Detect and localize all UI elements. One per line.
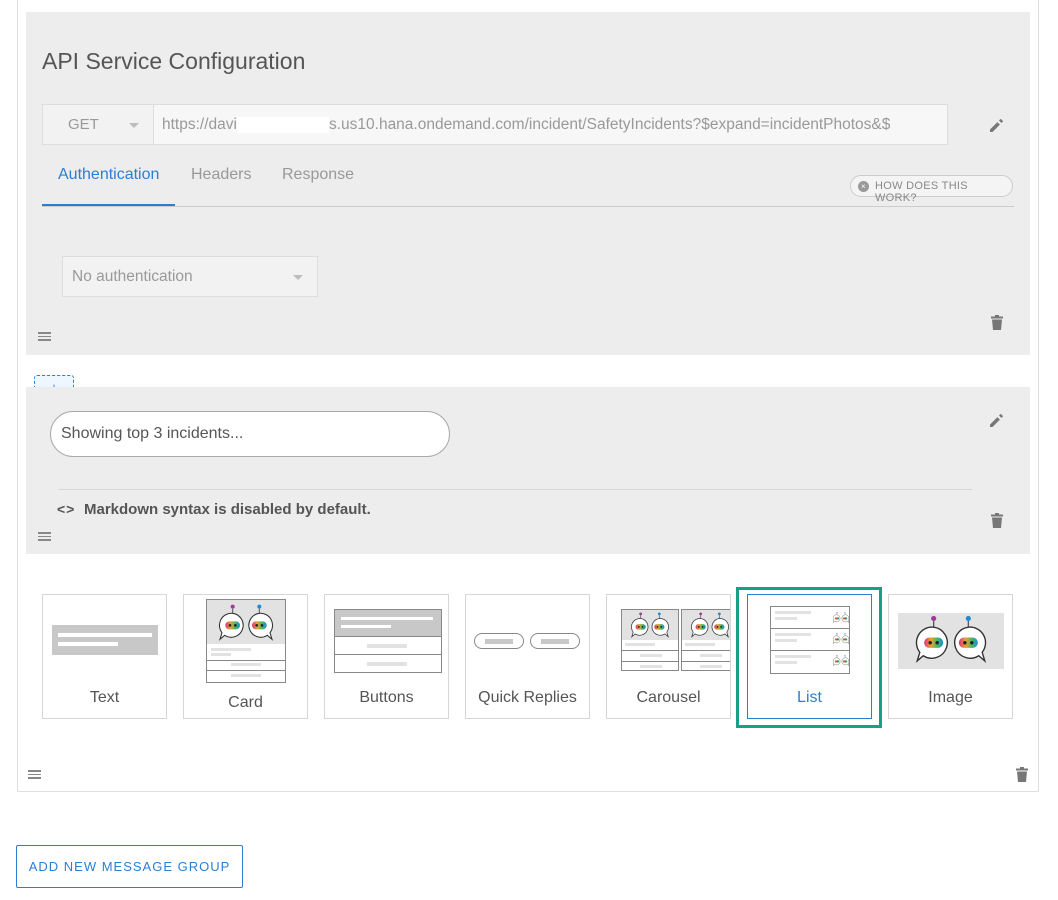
drag-handle-icon[interactable]: [38, 332, 51, 341]
url-suffix: s.us10.hana.ondemand.com/incident/Safety…: [328, 116, 891, 133]
add-new-message-group-button[interactable]: ADD NEW MESSAGE GROUP: [16, 845, 243, 888]
caret-down-icon: [293, 275, 303, 280]
text-preview: [52, 625, 158, 655]
text-message-panel: Showing top 3 incidents... <> Markdown s…: [26, 387, 1030, 554]
message-type-text[interactable]: Text: [42, 594, 167, 719]
message-type-label: Carousel: [636, 689, 701, 706]
drag-handle-icon[interactable]: [28, 770, 41, 779]
how-does-this-work-button[interactable]: × HOW DOES THIS WORK?: [850, 175, 1013, 204]
http-method-select[interactable]: GET: [42, 104, 154, 145]
robot-icon: [833, 632, 849, 646]
trash-icon[interactable]: [991, 315, 1003, 330]
list-preview: [770, 606, 850, 674]
pencil-icon[interactable]: [988, 116, 1006, 134]
robot-icon: [626, 612, 674, 640]
api-service-panel: API Service Configuration GET https://da…: [26, 12, 1030, 355]
api-panel-title: API Service Configuration: [42, 48, 306, 74]
robot-icon: [906, 615, 996, 667]
message-type-list[interactable]: List: [747, 594, 872, 719]
active-tab-indicator: [42, 204, 175, 206]
message-type-card[interactable]: Card: [183, 594, 308, 719]
authentication-select[interactable]: No authentication: [62, 256, 318, 297]
trash-icon[interactable]: [991, 513, 1003, 528]
message-type-quick-replies[interactable]: Quick Replies: [465, 594, 590, 719]
drag-handle-icon[interactable]: [38, 532, 51, 541]
robot-icon: [833, 654, 849, 668]
caret-down-icon: [129, 123, 139, 128]
tab-headers[interactable]: Headers: [191, 166, 251, 184]
message-type-buttons[interactable]: Buttons: [324, 594, 449, 719]
divider: [58, 489, 972, 490]
message-type-label: Quick Replies: [478, 689, 577, 706]
message-type-carousel[interactable]: Carousel: [606, 594, 731, 719]
code-icon: <>: [57, 501, 76, 517]
message-type-label: Buttons: [359, 689, 414, 706]
robot-icon: [833, 611, 849, 625]
help-icon: ×: [858, 181, 869, 192]
message-type-label: Image: [928, 689, 973, 706]
quick-reply-preview: [474, 633, 524, 649]
message-type-image[interactable]: Image: [888, 594, 1013, 719]
quick-reply-preview: [530, 633, 580, 649]
robot-icon: [216, 604, 276, 644]
message-type-label: Card: [228, 694, 263, 711]
robot-icon: [686, 612, 731, 640]
markdown-note: Markdown syntax is disabled by default.: [84, 501, 371, 518]
message-type-label: List: [797, 689, 822, 706]
tab-authentication[interactable]: Authentication: [58, 166, 159, 184]
tab-response[interactable]: Response: [282, 166, 354, 184]
pencil-icon[interactable]: [988, 411, 1006, 429]
http-method-value: GET: [68, 116, 99, 133]
text-message-bubble[interactable]: Showing top 3 incidents...: [50, 411, 450, 457]
buttons-preview: [334, 609, 442, 673]
carousel-card-preview: [621, 609, 679, 671]
carousel-card-preview: [681, 609, 731, 671]
trash-icon[interactable]: [1016, 767, 1028, 782]
card-preview: [206, 599, 286, 683]
authentication-value: No authentication: [72, 268, 193, 285]
url-input[interactable]: https://davi s.us10.hana.ondemand.com/inc…: [153, 104, 948, 145]
redacted-mask: [236, 116, 329, 133]
url-prefix: https://davi: [162, 116, 237, 133]
message-type-label: Text: [89, 689, 120, 706]
image-preview: [898, 613, 1004, 669]
